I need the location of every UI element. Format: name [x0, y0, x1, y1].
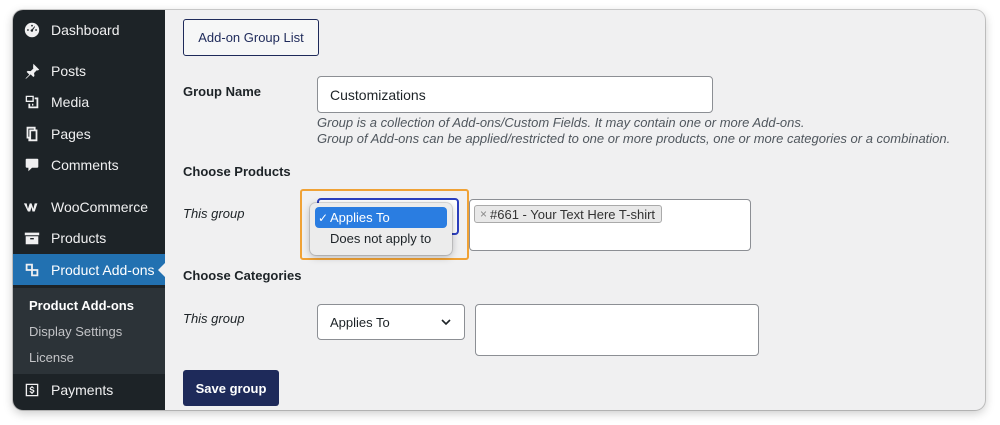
woocommerce-icon — [13, 198, 51, 216]
sidebar-item-dashboard[interactable]: Dashboard — [13, 14, 165, 45]
dropdown-option-does-not-apply-to[interactable]: Does not apply to — [315, 228, 447, 249]
submenu-item-product-add-ons[interactable]: Product Add-ons — [29, 298, 134, 313]
dashboard-icon — [13, 21, 51, 39]
sidebar-item-label: Comments — [51, 156, 119, 173]
sidebar-item-label: Product Add-ons — [51, 261, 155, 278]
choose-products-label: Choose Products — [183, 164, 291, 179]
sidebar-item-label: WooCommerce — [51, 198, 148, 215]
sidebar-item-product-add-ons[interactable]: Product Add-ons — [13, 254, 166, 285]
dropdown-option-label: Applies To — [330, 210, 390, 225]
group-name-value: Customizations — [330, 86, 426, 103]
admin-window: Dashboard Posts Media Pages Comments Woo… — [13, 10, 985, 410]
main-content: Add-on Group List Group Name Customizati… — [165, 10, 985, 410]
dropdown-option-label: Does not apply to — [330, 231, 432, 246]
product-tag: × #661 - Your Text Here T-shirt — [474, 205, 663, 223]
sidebar-item-comments[interactable]: Comments — [13, 149, 165, 180]
sidebar-item-label: Products — [51, 229, 107, 246]
pin-icon — [13, 62, 51, 80]
checkmark-icon: ✓ — [318, 210, 329, 225]
group-name-input[interactable]: Customizations — [317, 76, 713, 113]
sidebar-item-products[interactable]: Products — [13, 222, 165, 253]
sidebar-item-label: Media — [51, 93, 90, 110]
choose-categories-label: Choose Categories — [183, 268, 302, 283]
sidebar-item-label: Pages — [51, 125, 91, 142]
add-on-group-list-button[interactable]: Add-on Group List — [183, 19, 319, 56]
submenu-item-display-settings[interactable]: Display Settings — [29, 324, 122, 339]
payments-icon — [13, 381, 51, 399]
this-group-categories-label: This group — [183, 311, 245, 326]
chevron-down-icon — [441, 319, 451, 326]
sidebar-item-woocommerce[interactable]: WooCommerce — [13, 191, 165, 222]
applies-dropdown-menu: ✓ Applies To Does not apply to — [310, 203, 452, 255]
close-icon[interactable]: × — [480, 207, 487, 221]
dropdown-option-applies-to[interactable]: ✓ Applies To — [315, 207, 447, 228]
admin-sidebar: Dashboard Posts Media Pages Comments Woo… — [13, 10, 166, 410]
group-description-line-1: Group is a collection of Add-ons/Custom … — [317, 115, 805, 130]
group-description-line-2: Group of Add-ons can be applied/restrict… — [317, 131, 951, 146]
categories-tags-input[interactable] — [475, 304, 759, 356]
sidebar-item-posts[interactable]: Posts — [13, 55, 165, 86]
comment-icon — [13, 156, 51, 174]
archive-icon — [13, 229, 51, 247]
media-icon — [13, 93, 51, 111]
submenu-item-license[interactable]: License — [29, 350, 74, 365]
sidebar-submenu: Product Add-ons Display Settings License — [13, 288, 165, 374]
products-tags-input[interactable]: × #661 - Your Text Here T-shirt — [469, 199, 751, 251]
this-group-products-label: This group — [183, 206, 245, 221]
sidebar-item-label: Posts — [51, 62, 87, 79]
sidebar-item-label: Payments — [51, 381, 114, 398]
save-group-button[interactable]: Save group — [183, 370, 279, 406]
categories-select-value: Applies To — [330, 314, 390, 330]
product-tag-label: #661 - Your Text Here T-shirt — [490, 206, 656, 222]
sidebar-item-label: Dashboard — [51, 21, 120, 38]
sidebar-item-payments[interactable]: Payments — [13, 374, 165, 405]
group-name-label: Group Name — [183, 84, 262, 99]
addons-icon — [13, 261, 51, 279]
pages-icon — [13, 125, 51, 143]
sidebar-item-media[interactable]: Media — [13, 86, 165, 117]
sidebar-item-pages[interactable]: Pages — [13, 118, 165, 149]
categories-applies-select[interactable]: Applies To — [317, 304, 465, 340]
